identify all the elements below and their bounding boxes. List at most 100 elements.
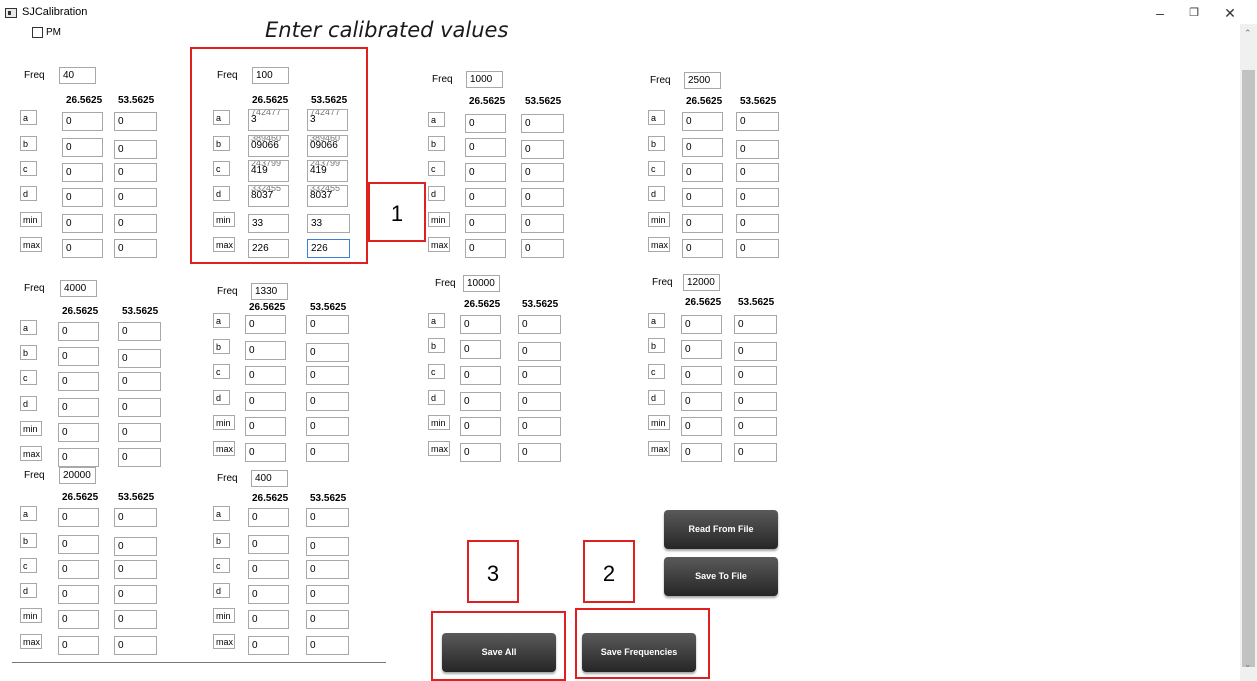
value-input[interactable]: 0 <box>681 315 722 334</box>
value-input[interactable]: 0 <box>114 214 157 233</box>
value-input[interactable]: 0 <box>248 636 289 655</box>
minimize-button[interactable]: – <box>1148 4 1172 22</box>
value-input[interactable]: 0 <box>734 443 777 462</box>
scroll-down-icon[interactable]: ⌄ <box>1244 659 1252 670</box>
value-input[interactable]: 0 <box>681 340 722 359</box>
value-input[interactable]: 0 <box>734 342 777 361</box>
value-input[interactable]: 0 <box>248 560 289 579</box>
value-input[interactable]: 0 <box>518 342 561 361</box>
value-input[interactable]: 0 <box>518 392 561 411</box>
value-input[interactable]: 0 <box>114 537 157 556</box>
value-input[interactable]: 0 <box>306 392 349 411</box>
freq-input[interactable]: 12000 <box>683 274 720 291</box>
value-input[interactable]: 0 <box>682 138 723 157</box>
value-input[interactable]: 0 <box>62 239 103 258</box>
scrollbar-thumb[interactable] <box>1242 70 1255 667</box>
value-input[interactable]: 0 <box>245 366 286 385</box>
value-input[interactable]: 0 <box>306 366 349 385</box>
value-input[interactable]: 0 <box>114 239 157 258</box>
value-input[interactable]: 0 <box>62 188 103 207</box>
value-input[interactable]: 0 <box>62 112 103 131</box>
value-input[interactable]: 0 <box>114 140 157 159</box>
value-input[interactable]: 0 <box>306 417 349 436</box>
freq-input[interactable]: 10000 <box>463 275 500 292</box>
value-input[interactable]: 0 <box>736 214 779 233</box>
value-input[interactable]: 0 <box>465 214 506 233</box>
value-input[interactable]: 0 <box>58 372 99 391</box>
value-input[interactable]: 0 <box>521 214 564 233</box>
value-input[interactable]: 0 <box>465 114 506 133</box>
value-input[interactable]: 0 <box>682 188 723 207</box>
value-input[interactable]: 0 <box>465 163 506 182</box>
value-input[interactable]: 0 <box>682 163 723 182</box>
value-input[interactable]: 0 <box>460 366 501 385</box>
value-input[interactable]: 0 <box>58 448 99 467</box>
value-input[interactable]: 0 <box>736 239 779 258</box>
value-input[interactable]: 0 <box>114 610 157 629</box>
value-input[interactable]: 0 <box>734 366 777 385</box>
value-input[interactable]: 0 <box>460 340 501 359</box>
value-input[interactable]: 0 <box>58 535 99 554</box>
value-input[interactable]: 0 <box>306 560 349 579</box>
freq-input[interactable]: 20000 <box>59 467 96 484</box>
value-input[interactable]: 0 <box>114 163 157 182</box>
value-input[interactable]: 0 <box>518 315 561 334</box>
freq-input[interactable]: 1000 <box>466 71 503 88</box>
value-input[interactable]: 0 <box>306 443 349 462</box>
value-input[interactable]: 0 <box>306 508 349 527</box>
value-input[interactable]: 0 <box>58 508 99 527</box>
value-input[interactable]: 0 <box>306 610 349 629</box>
value-input[interactable]: 0 <box>245 315 286 334</box>
value-input[interactable]: 0 <box>465 188 506 207</box>
value-input[interactable]: 0 <box>465 239 506 258</box>
value-input[interactable]: 0 <box>245 443 286 462</box>
value-input[interactable]: 0 <box>118 349 161 368</box>
value-input[interactable]: 0 <box>245 341 286 360</box>
scroll-up-icon[interactable]: ⌃ <box>1244 28 1252 39</box>
value-input[interactable]: 0 <box>245 392 286 411</box>
value-input[interactable]: 0 <box>62 163 103 182</box>
value-input[interactable]: 0 <box>118 423 161 442</box>
value-input[interactable]: 0 <box>118 398 161 417</box>
value-input[interactable]: 0 <box>682 112 723 131</box>
freq-input[interactable]: 4000 <box>60 280 97 297</box>
freq-input[interactable]: 1330 <box>251 283 288 300</box>
value-input[interactable]: 0 <box>248 585 289 604</box>
value-input[interactable]: 0 <box>248 535 289 554</box>
value-input[interactable]: 0 <box>734 392 777 411</box>
value-input[interactable]: 0 <box>521 140 564 159</box>
save-to-file-button[interactable]: Save To File <box>664 557 778 596</box>
value-input[interactable]: 0 <box>306 585 349 604</box>
value-input[interactable]: 0 <box>736 112 779 131</box>
value-input[interactable]: 0 <box>736 163 779 182</box>
value-input[interactable]: 0 <box>460 417 501 436</box>
value-input[interactable]: 0 <box>681 443 722 462</box>
value-input[interactable]: 0 <box>245 417 286 436</box>
value-input[interactable]: 0 <box>248 610 289 629</box>
value-input[interactable]: 0 <box>460 443 501 462</box>
value-input[interactable]: 0 <box>62 138 103 157</box>
value-input[interactable]: 0 <box>114 188 157 207</box>
value-input[interactable]: 0 <box>58 610 99 629</box>
value-input[interactable]: 0 <box>118 322 161 341</box>
read-from-file-button[interactable]: Read From File <box>664 510 778 549</box>
freq-input[interactable]: 400 <box>251 470 288 487</box>
value-input[interactable]: 0 <box>306 636 349 655</box>
value-input[interactable]: 0 <box>518 417 561 436</box>
value-input[interactable]: 0 <box>118 372 161 391</box>
value-input[interactable]: 0 <box>58 347 99 366</box>
value-input[interactable]: 0 <box>736 188 779 207</box>
value-input[interactable]: 0 <box>681 366 722 385</box>
value-input[interactable]: 0 <box>114 636 157 655</box>
value-input[interactable]: 0 <box>681 417 722 436</box>
value-input[interactable]: 0 <box>681 392 722 411</box>
value-input[interactable]: 0 <box>734 417 777 436</box>
value-input[interactable]: 0 <box>460 392 501 411</box>
pm-checkbox[interactable] <box>32 27 43 38</box>
value-input[interactable]: 0 <box>736 140 779 159</box>
value-input[interactable]: 0 <box>521 114 564 133</box>
value-input[interactable]: 0 <box>58 322 99 341</box>
freq-input[interactable]: 40 <box>59 67 96 84</box>
value-input[interactable]: 0 <box>518 443 561 462</box>
value-input[interactable]: 0 <box>518 366 561 385</box>
